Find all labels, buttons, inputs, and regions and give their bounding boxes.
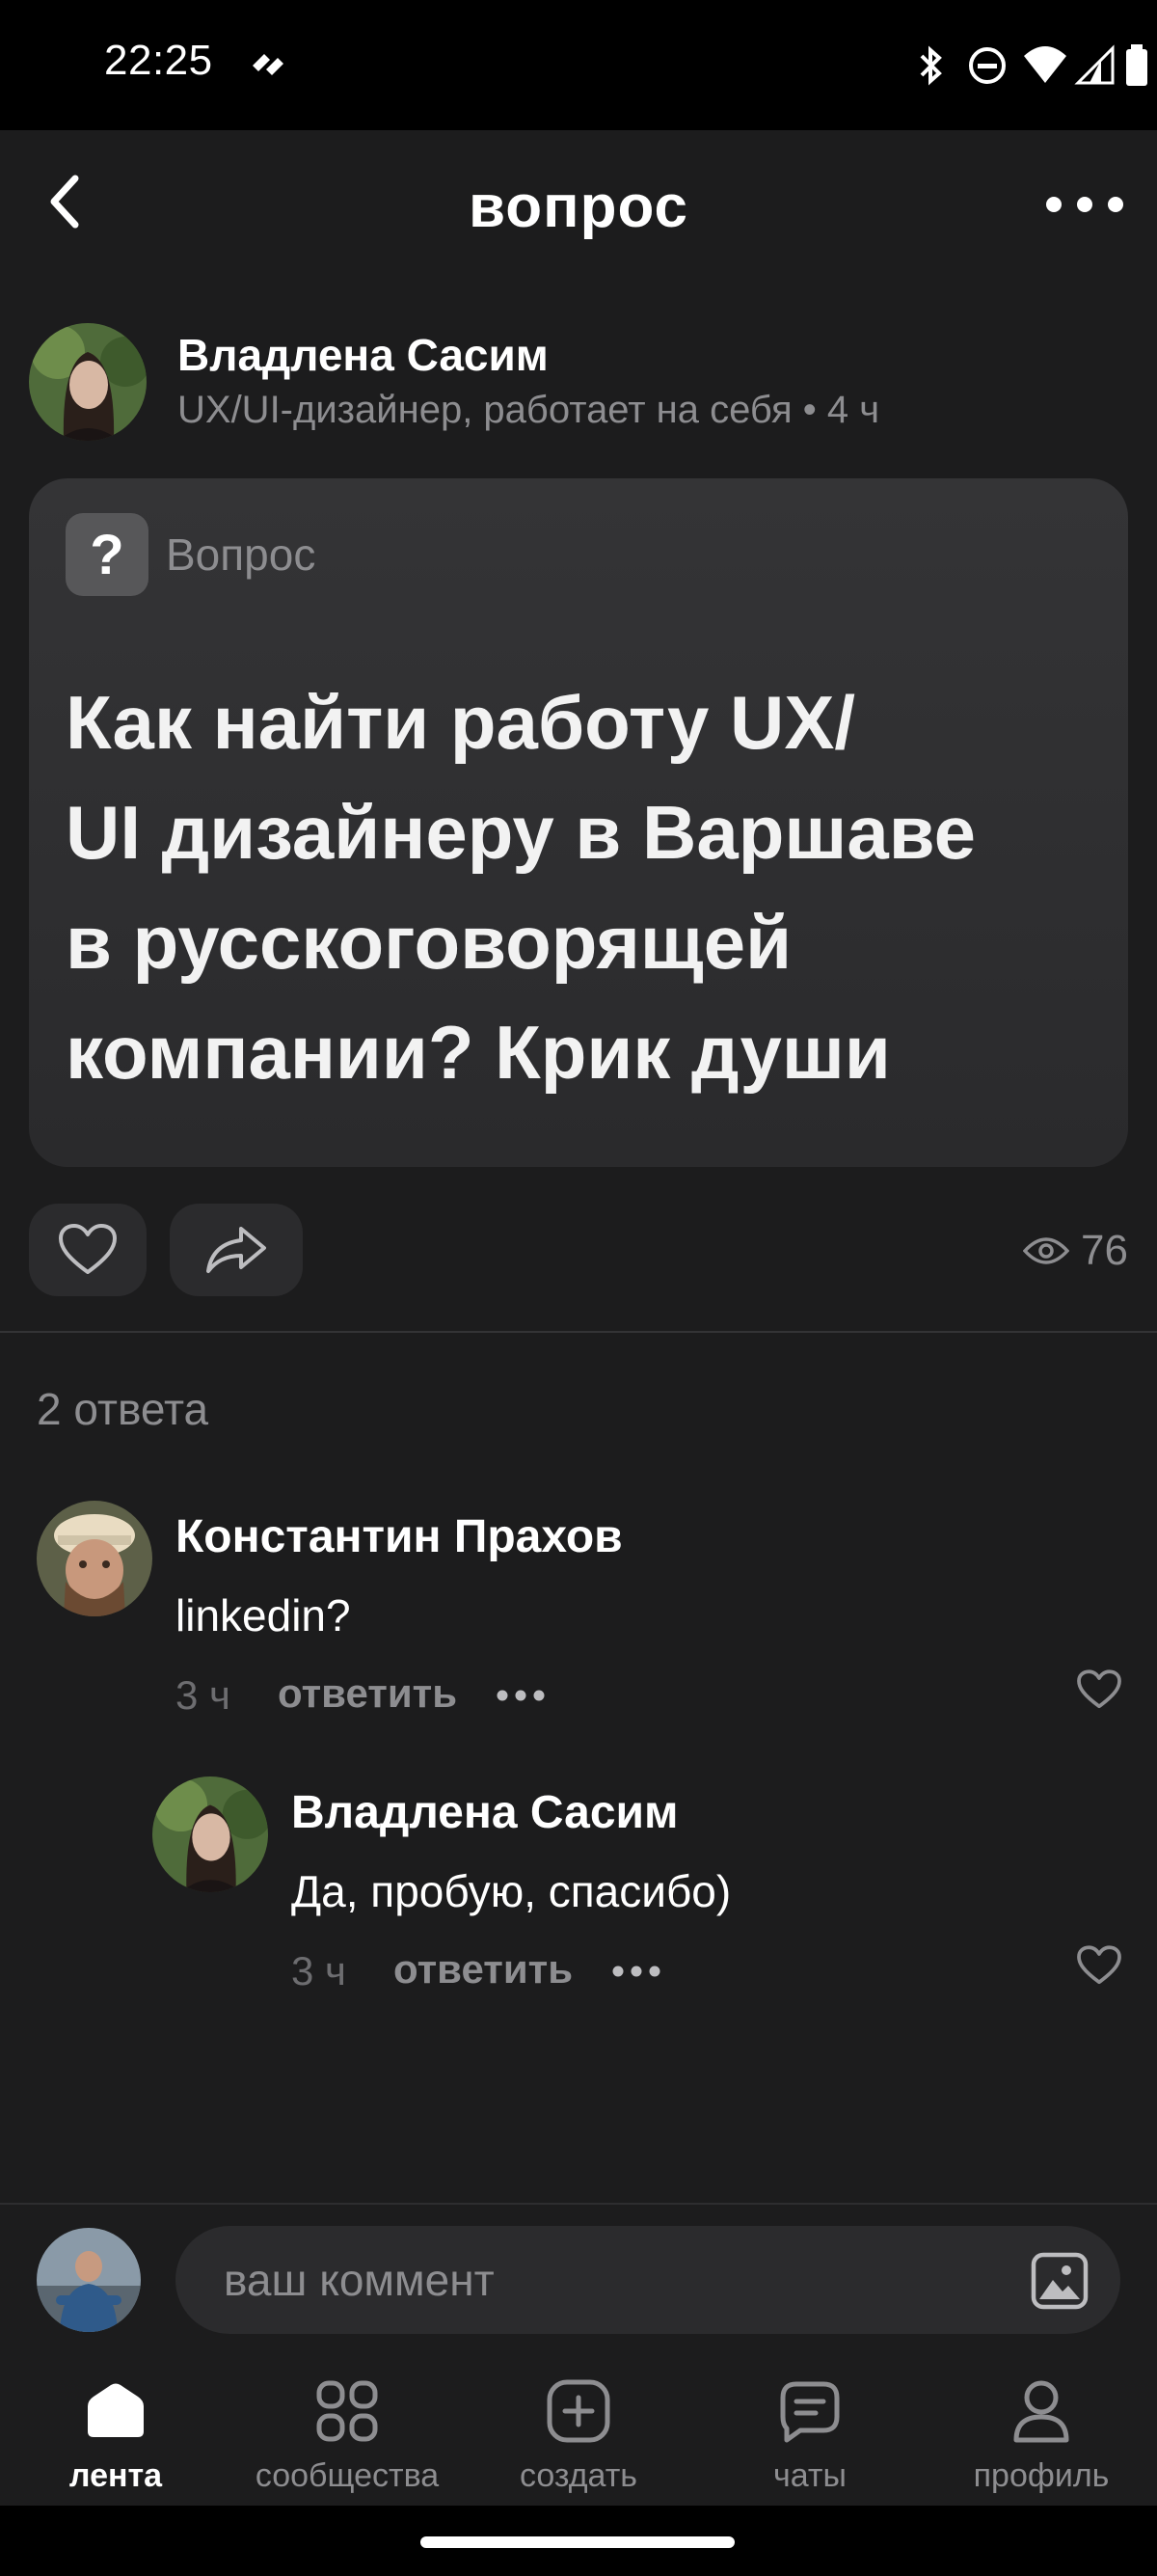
comment-more-button[interactable] xyxy=(492,1676,550,1715)
heart-icon xyxy=(1077,1945,1121,1985)
comment-reply: Владлена Сасим Да, пробую, спасибо) 3 ч … xyxy=(152,1776,1128,2008)
share-icon xyxy=(206,1227,266,1273)
commenter-avatar[interactable] xyxy=(152,1776,268,1892)
my-avatar xyxy=(37,2228,141,2332)
answers-count: 2 ответа xyxy=(37,1384,209,1434)
reply-button[interactable]: ответить xyxy=(278,1670,457,1717)
question-line: компании? Крик души xyxy=(66,1010,891,1095)
app-header: вопрос xyxy=(0,130,1157,285)
comment-like-button[interactable] xyxy=(1070,1661,1128,1719)
more-horizontal-icon xyxy=(612,1966,660,1977)
comment-time: 3 ч xyxy=(291,1948,346,1993)
question-line: UI дизайнеру в Варшаве xyxy=(66,790,977,875)
comment-like-button[interactable] xyxy=(1070,1937,1128,1994)
section-divider xyxy=(0,1331,1157,1333)
comment-more-button[interactable] xyxy=(607,1952,665,1991)
image-icon xyxy=(1031,2252,1089,2310)
page-title: вопрос xyxy=(468,174,689,240)
app-notification-icon xyxy=(249,48,287,86)
bluetooth-icon xyxy=(920,45,942,86)
author-name[interactable]: Владлена Сасим xyxy=(177,329,549,381)
comment-time: 3 ч xyxy=(175,1672,230,1718)
comment-text: linkedin? xyxy=(175,1590,351,1641)
nav-label: лента xyxy=(68,2457,163,2494)
nav-chats[interactable]: чаты xyxy=(694,2359,926,2506)
post-author[interactable]: Владлена Сасим UX/UI-дизайнер, работает … xyxy=(29,323,1128,444)
nav-label: чаты xyxy=(773,2457,847,2494)
comment: Константин Прахов linkedin? 3 ч ответить xyxy=(37,1501,1128,1732)
question-badge-label: Вопрос xyxy=(166,529,316,580)
nav-label: сообщества xyxy=(255,2457,440,2494)
views-counter: 76 xyxy=(1023,1227,1128,1275)
nav-communities[interactable]: сообщества xyxy=(231,2359,463,2506)
question-line: Как найти работу UX/ xyxy=(66,680,856,765)
commenter-name[interactable]: Владлена Сасим xyxy=(291,1786,679,1839)
post-actions: 76 xyxy=(29,1204,1128,1296)
status-bar: 22:25 xyxy=(0,0,1157,130)
home-gesture-bar[interactable] xyxy=(420,2536,735,2548)
chat-icon xyxy=(773,2374,847,2448)
nav-label: создать xyxy=(519,2457,638,2494)
heart-icon xyxy=(1077,1669,1121,1709)
eye-icon xyxy=(1023,1237,1070,1264)
views-count: 76 xyxy=(1081,1227,1128,1274)
author-avatar[interactable] xyxy=(29,323,147,441)
user-icon xyxy=(1005,2374,1078,2448)
nav-profile[interactable]: профиль xyxy=(926,2359,1157,2506)
comment-text: Да, пробую, спасибо) xyxy=(291,1866,732,1916)
cellular-signal-icon xyxy=(1074,44,1115,85)
battery-icon xyxy=(1126,44,1147,86)
nav-feed[interactable]: лента xyxy=(0,2359,231,2506)
plus-square-icon xyxy=(542,2374,615,2448)
more-options-button[interactable] xyxy=(1041,180,1128,229)
attach-image-button[interactable] xyxy=(1028,2249,1091,2313)
bottom-navigation: лента сообщества создать чаты профиль xyxy=(0,2359,1157,2506)
like-button[interactable] xyxy=(29,1204,147,1296)
commenter-name[interactable]: Константин Прахов xyxy=(175,1510,623,1563)
wifi-icon xyxy=(1024,46,1066,83)
comment-input[interactable] xyxy=(175,2226,1120,2334)
commenter-avatar[interactable] xyxy=(37,1501,152,1616)
status-time: 22:25 xyxy=(104,37,213,84)
question-line: в русскоговорящей xyxy=(66,900,793,985)
more-horizontal-icon xyxy=(497,1690,545,1701)
do-not-disturb-icon xyxy=(969,47,1006,84)
author-meta: UX/UI-дизайнер, работает на себя • 4 ч xyxy=(177,389,880,431)
grid-icon xyxy=(310,2374,384,2448)
home-icon xyxy=(79,2374,152,2448)
comment-composer xyxy=(0,2205,1157,2359)
nav-create[interactable]: создать xyxy=(463,2359,694,2506)
share-button[interactable] xyxy=(170,1204,303,1296)
heart-icon xyxy=(59,1224,117,1274)
nav-label: профиль xyxy=(973,2457,1110,2494)
question-card: ? Вопрос Как найти работу UX/ UI дизайне… xyxy=(29,478,1128,1167)
more-horizontal-icon xyxy=(1046,197,1123,212)
question-mark-icon: ? xyxy=(66,513,148,596)
question-text: Как найти работу UX/ UI дизайнеру в Варш… xyxy=(66,667,1068,1107)
reply-button[interactable]: ответить xyxy=(393,1946,573,1993)
system-navigation-bar xyxy=(0,2506,1157,2576)
